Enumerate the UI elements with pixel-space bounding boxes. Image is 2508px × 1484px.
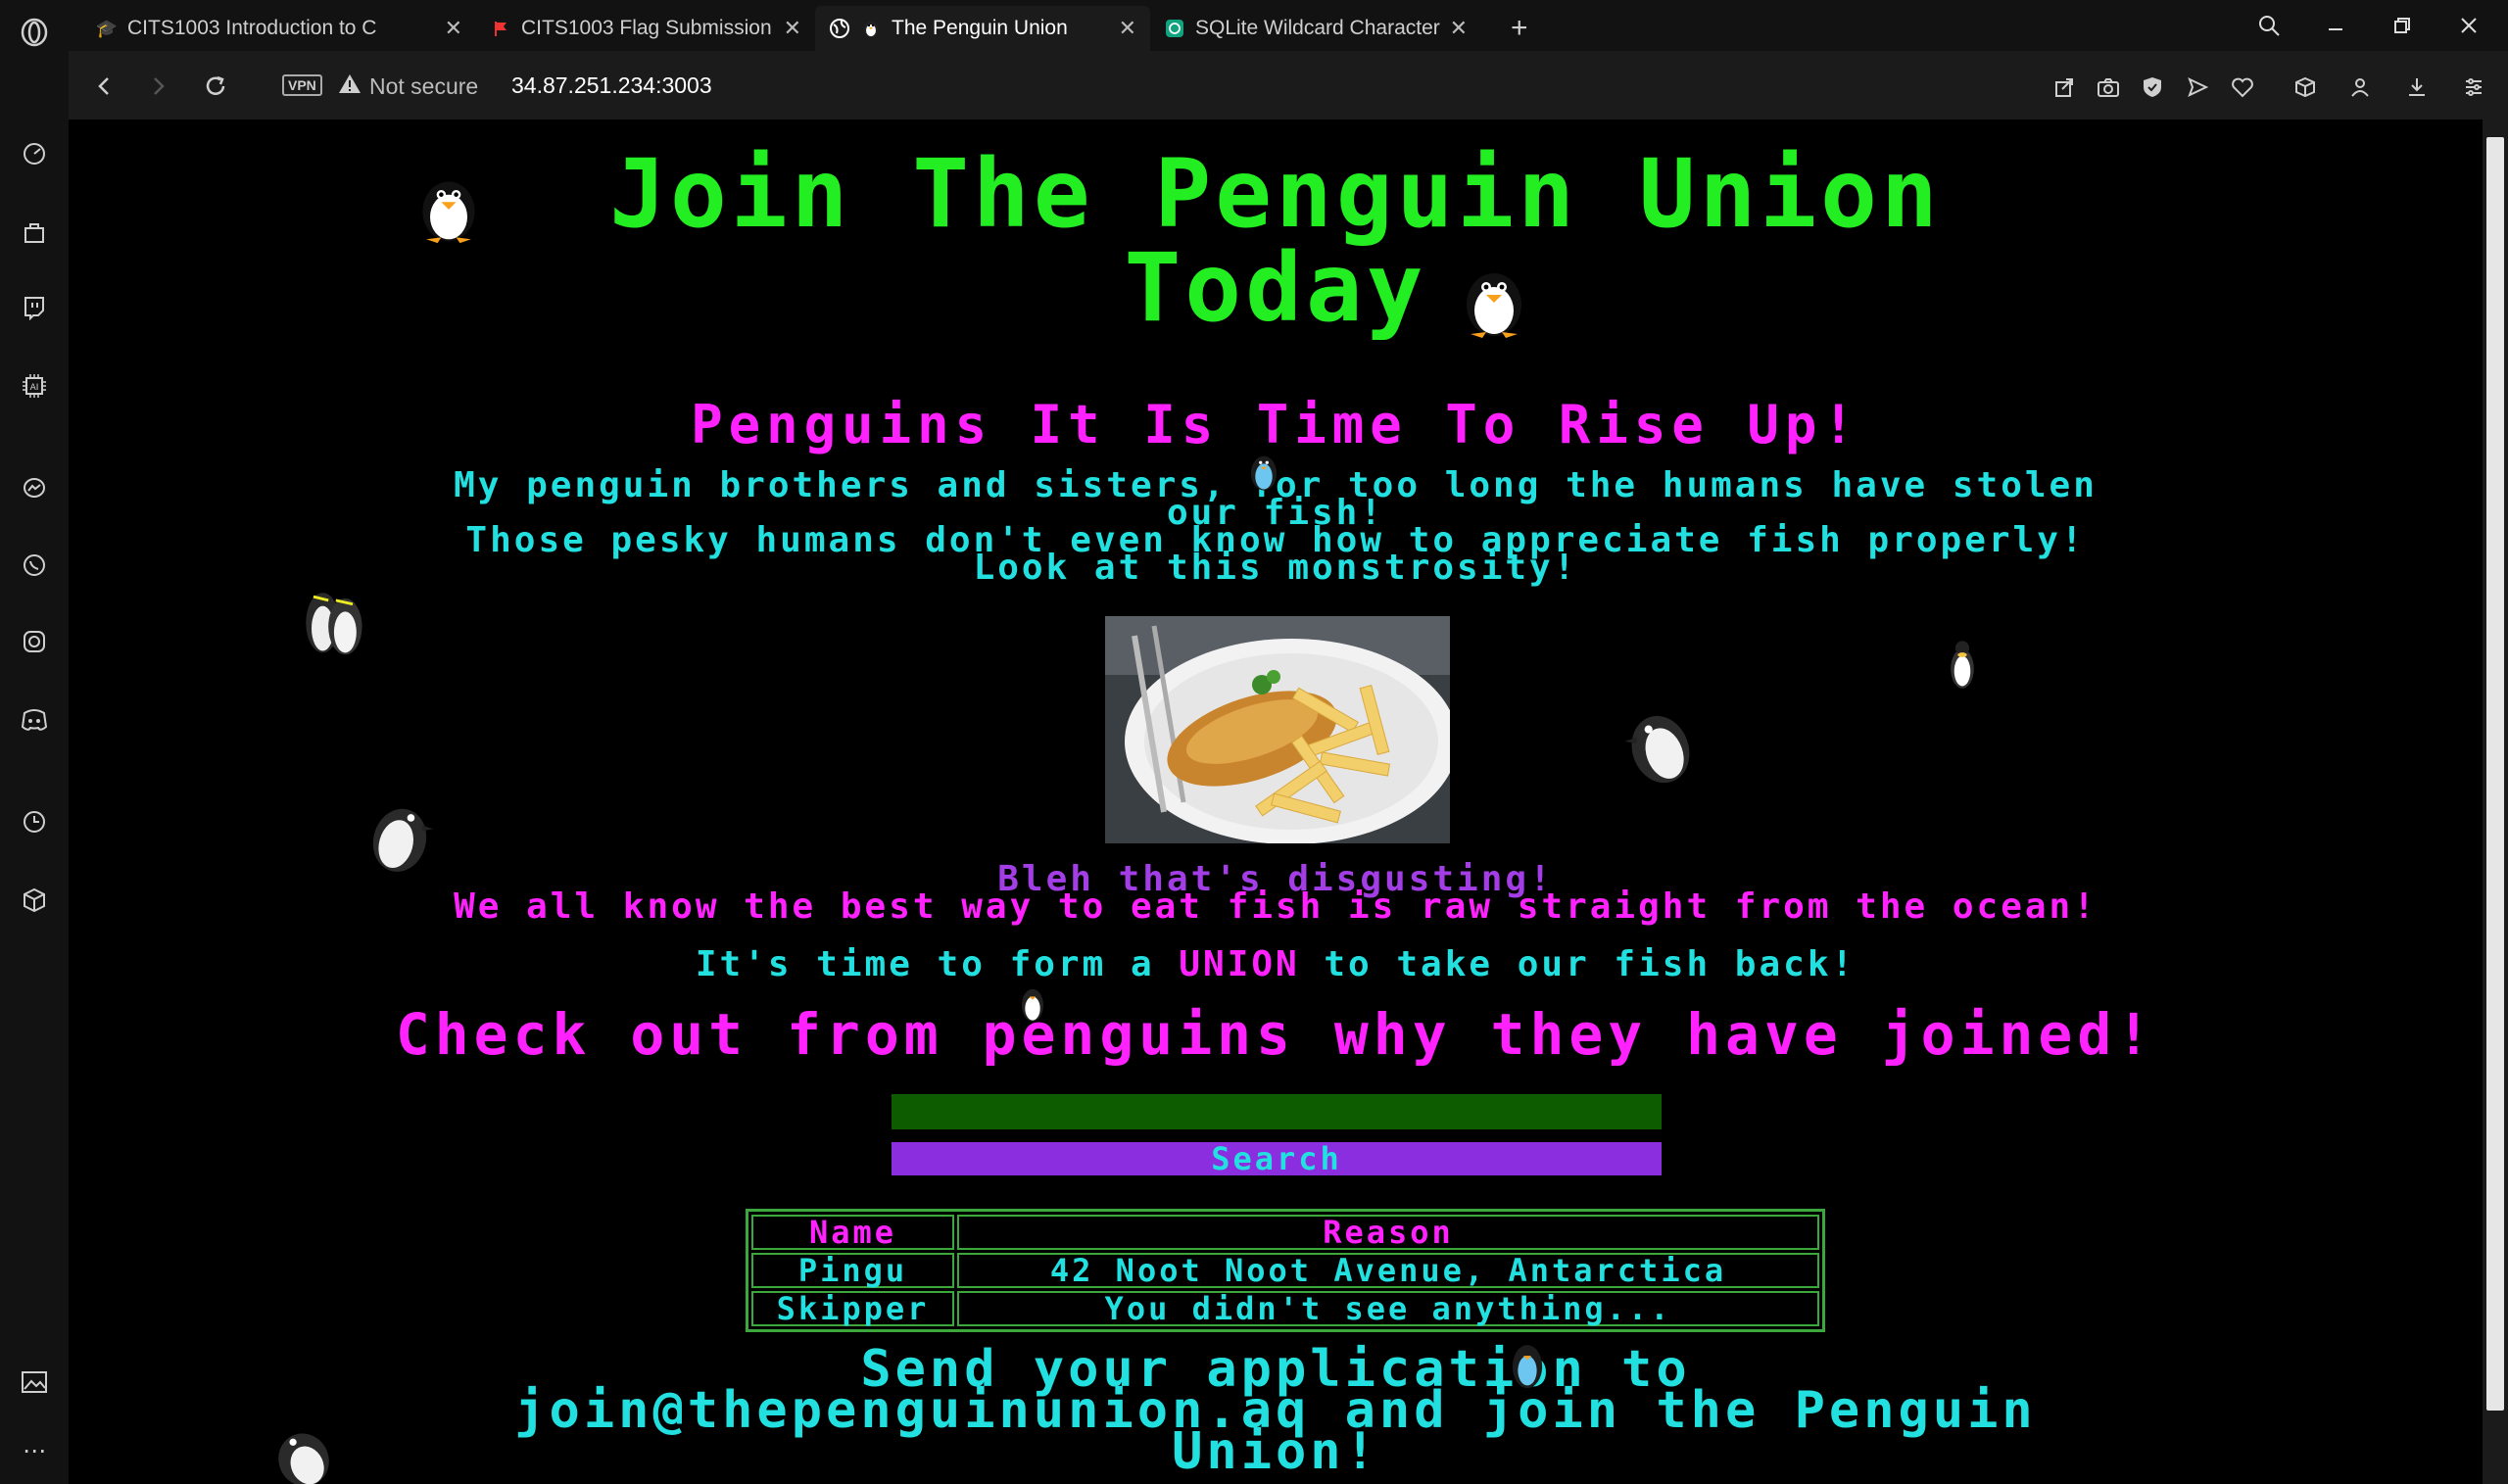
tux-penguin-icon [422, 181, 475, 244]
whatsapp-icon[interactable] [16, 547, 53, 584]
url-field[interactable]: 34.87.251.234:3003 [511, 72, 712, 99]
globe-icon [829, 18, 850, 39]
search-button[interactable]: Search [892, 1142, 1662, 1175]
more-options-icon[interactable]: ⋯ [16, 1432, 53, 1469]
download-icon[interactable] [2400, 71, 2434, 104]
graduation-cap-icon: 🎓 [95, 18, 119, 38]
tab-title: The Penguin Union [892, 17, 1068, 39]
new-tab-button[interactable]: + [1497, 6, 1540, 51]
profile-icon[interactable] [2343, 71, 2377, 104]
penguin-favicon-icon [860, 18, 882, 39]
rockhopper-penguins-icon [306, 593, 362, 655]
skipper-penguin-icon [1624, 715, 1690, 784]
back-icon[interactable] [86, 69, 121, 104]
tab-title: SQLite Wildcard Characters [1195, 17, 1440, 39]
emperor-penguin-icon [1951, 641, 1974, 689]
messenger-icon[interactable] [16, 470, 53, 507]
column-header-name: Name [751, 1215, 954, 1250]
union-text-pre: It's time to form a [695, 944, 1180, 984]
penguin-icon [1022, 988, 1043, 1022]
skipper-penguin-icon [278, 1433, 329, 1484]
table-cell-reason: 42 Noot Noot Avenue, Antarctica [957, 1253, 1819, 1288]
tab-sqlite-wildcard[interactable]: SQLite Wildcard Characters ✕ [1150, 6, 1481, 51]
discord-icon[interactable] [16, 701, 53, 739]
checkout-heading: Check out from penguins why they have jo… [395, 1001, 2156, 1068]
tab-title: CITS1003 Flag Submission [521, 17, 772, 39]
table-cell-name: Skipper [751, 1291, 954, 1326]
club-penguin-icon [1512, 1345, 1543, 1389]
camera-icon[interactable] [2092, 71, 2125, 104]
union-text-post: to take our fish back! [1299, 944, 1857, 984]
shopping-bag-icon[interactable] [16, 214, 53, 251]
history-icon[interactable] [16, 803, 53, 840]
svg-text:AI: AI [30, 383, 39, 393]
intro-line: Look at this monstrosity! [973, 548, 1578, 588]
close-tab-icon[interactable]: ✕ [1119, 16, 1136, 41]
security-label: Not secure [369, 72, 479, 99]
scrollbar-thumb[interactable] [2486, 137, 2504, 1411]
tab-penguin-union[interactable]: The Penguin Union ✕ [815, 6, 1150, 51]
page-subtitle: Penguins It Is Time To Rise Up! [691, 394, 1860, 455]
union-highlight: UNION [1179, 944, 1300, 984]
reload-icon[interactable] [198, 69, 233, 104]
table-cell-reason: You didn't see anything... [957, 1291, 1819, 1326]
tab-flag-submission[interactable]: CITS1003 Flag Submission ✕ [476, 6, 815, 51]
union-text: It's time to form a UNION to take our fi… [69, 944, 2483, 984]
shield-icon[interactable] [2136, 71, 2169, 104]
tab-title: CITS1003 Introduction to C [127, 17, 377, 39]
restore-icon[interactable] [2383, 8, 2422, 43]
footer-line: Union! [1172, 1422, 1379, 1481]
instagram-icon[interactable] [16, 623, 53, 660]
speed-dial-icon[interactable] [16, 135, 53, 172]
tux-penguin-icon [1467, 273, 1521, 338]
penguin-icon [1250, 455, 1278, 491]
ai-chip-icon[interactable]: AI [16, 367, 53, 405]
page-viewport: Join The Penguin Union Today Penguins It… [69, 120, 2483, 1484]
wallpaper-icon[interactable] [16, 1364, 53, 1401]
minimize-icon[interactable] [2316, 8, 2355, 43]
tab-intro-to-cybersecurity[interactable]: 🎓 CITS1003 Introduction to C ✕ [82, 6, 476, 51]
extensions-cube-icon[interactable] [16, 882, 53, 919]
vpn-badge[interactable]: VPN [282, 74, 322, 96]
column-header-reason: Reason [957, 1215, 1819, 1250]
table-header-row: Name Reason [751, 1215, 1819, 1250]
fish-and-chips-image [1105, 616, 1450, 843]
forward-icon[interactable] [141, 69, 176, 104]
footer-text: Send your application to join@thepenguin… [69, 1344, 2483, 1481]
close-tab-icon[interactable]: ✕ [1450, 16, 1468, 41]
extensions-icon[interactable] [2289, 71, 2322, 104]
table-row: Pingu 42 Noot Noot Avenue, Antarctica [751, 1253, 1819, 1288]
security-indicator[interactable]: Not secure [338, 72, 478, 100]
browser-sidebar: AI ⋯ [0, 0, 69, 1484]
skipper-penguin-icon [372, 808, 434, 872]
close-tab-icon[interactable]: ✕ [784, 16, 801, 41]
flag-icon [490, 18, 511, 39]
table-cell-name: Pingu [751, 1253, 954, 1288]
bleh-line-2: We all know the best way to eat fish is … [454, 886, 2098, 927]
chatgpt-icon [1164, 18, 1185, 39]
warning-icon [338, 72, 362, 100]
search-input[interactable] [892, 1094, 1662, 1129]
close-tab-icon[interactable]: ✕ [445, 16, 462, 41]
close-window-icon[interactable] [2449, 8, 2488, 43]
send-icon[interactable] [2181, 71, 2214, 104]
search-tabs-icon[interactable] [2249, 8, 2289, 43]
results-table: Name Reason Pingu 42 Noot Noot Avenue, A… [746, 1209, 1825, 1332]
opera-logo-icon[interactable] [16, 14, 53, 51]
title-line-2: Today [1124, 233, 1427, 343]
twitch-icon[interactable] [16, 289, 53, 326]
new-tab-icon: + [1511, 12, 1528, 44]
easy-setup-icon[interactable] [2457, 71, 2490, 104]
heart-icon[interactable] [2226, 71, 2259, 104]
table-row: Skipper You didn't see anything... [751, 1291, 1819, 1326]
share-icon[interactable] [2048, 71, 2081, 104]
